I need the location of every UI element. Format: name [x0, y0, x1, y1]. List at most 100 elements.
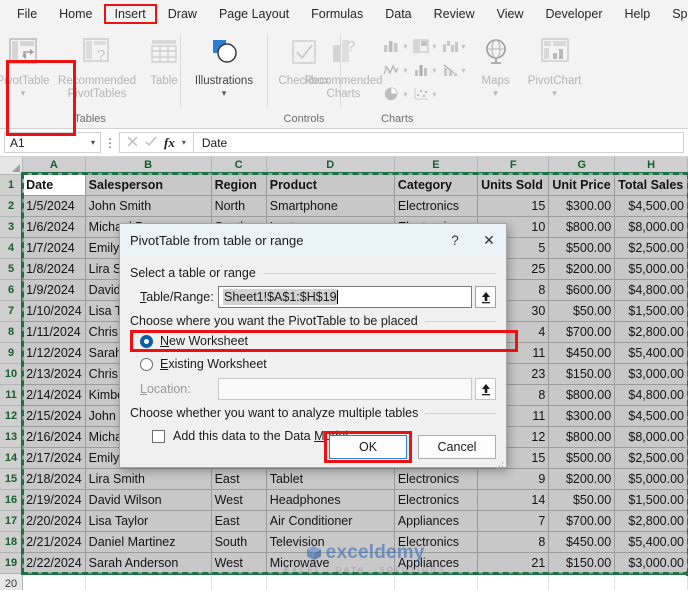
cell-g13[interactable]: $800.00 [549, 426, 615, 447]
cell-g18[interactable]: $450.00 [549, 531, 615, 552]
cell-b18[interactable]: Daniel Martinez [85, 531, 211, 552]
row-header[interactable]: 8 [0, 321, 23, 342]
tab-home[interactable]: Home [48, 4, 103, 24]
cell-a13[interactable]: 2/16/2024 [23, 426, 86, 447]
cell-b19[interactable]: Sarah Anderson [85, 552, 211, 573]
close-icon[interactable]: ✕ [472, 224, 506, 256]
cell-g1[interactable]: Unit Price [549, 174, 615, 195]
cell-b16[interactable]: David Wilson [85, 489, 211, 510]
waterfall-chart-button[interactable]: ▾ [441, 38, 466, 54]
row-header[interactable]: 3 [0, 216, 23, 237]
cell-a3[interactable]: 1/6/2024 [23, 216, 86, 237]
cell-e17[interactable]: Appliances [394, 510, 477, 531]
cell-d2[interactable]: Smartphone [266, 195, 394, 216]
radio-new-worksheet[interactable]: New Worksheet [140, 331, 496, 351]
ok-button[interactable]: OK [329, 435, 407, 459]
chevron-down-icon[interactable]: ▾ [403, 66, 407, 75]
cell-h19[interactable]: $3,000.00 [615, 552, 688, 573]
cell-a15[interactable]: 2/18/2024 [23, 468, 86, 489]
select-all-corner[interactable] [0, 157, 23, 174]
enter-icon[interactable] [145, 134, 157, 152]
chevron-down-icon[interactable]: ▾ [552, 89, 557, 97]
cell-g17[interactable]: $700.00 [549, 510, 615, 531]
row-header[interactable]: 17 [0, 510, 23, 531]
cell-h17[interactable]: $2,800.00 [615, 510, 688, 531]
chevron-down-icon[interactable]: ▾ [433, 90, 437, 99]
hierarchy-chart-button[interactable]: ▾ [412, 38, 437, 54]
row-header[interactable]: 13 [0, 426, 23, 447]
chevron-down-icon[interactable]: ▾ [462, 42, 466, 51]
tab-formulas[interactable]: Formulas [300, 4, 374, 24]
cell-b20[interactable] [85, 573, 211, 590]
tab-help[interactable]: Help [614, 4, 662, 24]
table-range-input[interactable]: Sheet1!$A$1:$H$19 [218, 286, 472, 308]
cell-a7[interactable]: 1/10/2024 [23, 300, 86, 321]
cell-f1[interactable]: Units Sold [478, 174, 549, 195]
cell-h1[interactable]: Total Sales [615, 174, 688, 195]
cell-c17[interactable]: East [211, 510, 266, 531]
cell-d17[interactable]: Air Conditioner [266, 510, 394, 531]
cell-c15[interactable]: East [211, 468, 266, 489]
cell-g7[interactable]: $50.00 [549, 300, 615, 321]
pivottable-button[interactable]: PivotTable ▾ [0, 28, 58, 97]
cell-f16[interactable]: 14 [478, 489, 549, 510]
tab-review[interactable]: Review [423, 4, 486, 24]
cell-a19[interactable]: 2/22/2024 [23, 552, 86, 573]
cell-h20[interactable] [615, 573, 688, 590]
cell-d16[interactable]: Headphones [266, 489, 394, 510]
range-picker-button[interactable] [475, 286, 496, 308]
row-header[interactable]: 4 [0, 237, 23, 258]
tab-spell[interactable]: Sp [661, 4, 688, 24]
chevron-down-icon[interactable]: ▾ [21, 89, 26, 97]
cell-h2[interactable]: $4,500.00 [615, 195, 688, 216]
cell-g12[interactable]: $300.00 [549, 405, 615, 426]
cell-d20[interactable] [266, 573, 394, 590]
formula-bar-options[interactable]: ⋮ [101, 136, 119, 150]
illustrations-button[interactable]: Illustrations ▾ [184, 28, 264, 97]
tab-view[interactable]: View [486, 4, 535, 24]
cell-g20[interactable] [549, 573, 615, 590]
cell-h10[interactable]: $3,000.00 [615, 363, 688, 384]
column-header-f[interactable]: F [478, 157, 549, 174]
cell-e1[interactable]: Category [394, 174, 477, 195]
cell-e16[interactable]: Electronics [394, 489, 477, 510]
resize-grip[interactable] [496, 458, 504, 466]
cell-a17[interactable]: 2/20/2024 [23, 510, 86, 531]
cell-b1[interactable]: Salesperson [85, 174, 211, 195]
cell-d15[interactable]: Tablet [266, 468, 394, 489]
cell-d18[interactable]: Television [266, 531, 394, 552]
cell-a8[interactable]: 1/11/2024 [23, 321, 86, 342]
cell-g11[interactable]: $800.00 [549, 384, 615, 405]
cell-h8[interactable]: $2,800.00 [615, 321, 688, 342]
cell-h12[interactable]: $4,500.00 [615, 405, 688, 426]
cell-h7[interactable]: $1,500.00 [615, 300, 688, 321]
maps-button[interactable]: Maps ▾ [468, 28, 524, 97]
cell-a12[interactable]: 2/15/2024 [23, 405, 86, 426]
row-header[interactable]: 18 [0, 531, 23, 552]
row-header[interactable]: 11 [0, 384, 23, 405]
row-header[interactable]: 16 [0, 489, 23, 510]
chevron-down-icon[interactable]: ▾ [91, 138, 95, 147]
cell-d19[interactable]: Microwave [266, 552, 394, 573]
cell-f19[interactable]: 21 [478, 552, 549, 573]
cell-c1[interactable]: Region [211, 174, 266, 195]
location-input[interactable] [218, 378, 472, 400]
column-header-g[interactable]: G [549, 157, 615, 174]
cell-g19[interactable]: $150.00 [549, 552, 615, 573]
column-header-b[interactable]: B [85, 157, 211, 174]
cell-h4[interactable]: $2,500.00 [615, 237, 688, 258]
column-header-e[interactable]: E [394, 157, 477, 174]
help-icon[interactable]: ? [438, 224, 472, 256]
tab-data[interactable]: Data [374, 4, 422, 24]
chevron-down-icon[interactable]: ▾ [433, 42, 437, 51]
cell-h16[interactable]: $1,500.00 [615, 489, 688, 510]
cell-h14[interactable]: $2,500.00 [615, 447, 688, 468]
row-header[interactable]: 14 [0, 447, 23, 468]
location-picker-button[interactable] [475, 378, 496, 400]
cell-f20[interactable] [478, 573, 549, 590]
row-header[interactable]: 20 [0, 573, 23, 590]
cell-h3[interactable]: $8,000.00 [615, 216, 688, 237]
line-chart-button[interactable]: ▾ [382, 62, 407, 78]
column-header-d[interactable]: D [266, 157, 394, 174]
chevron-down-icon[interactable]: ▾ [222, 89, 227, 97]
